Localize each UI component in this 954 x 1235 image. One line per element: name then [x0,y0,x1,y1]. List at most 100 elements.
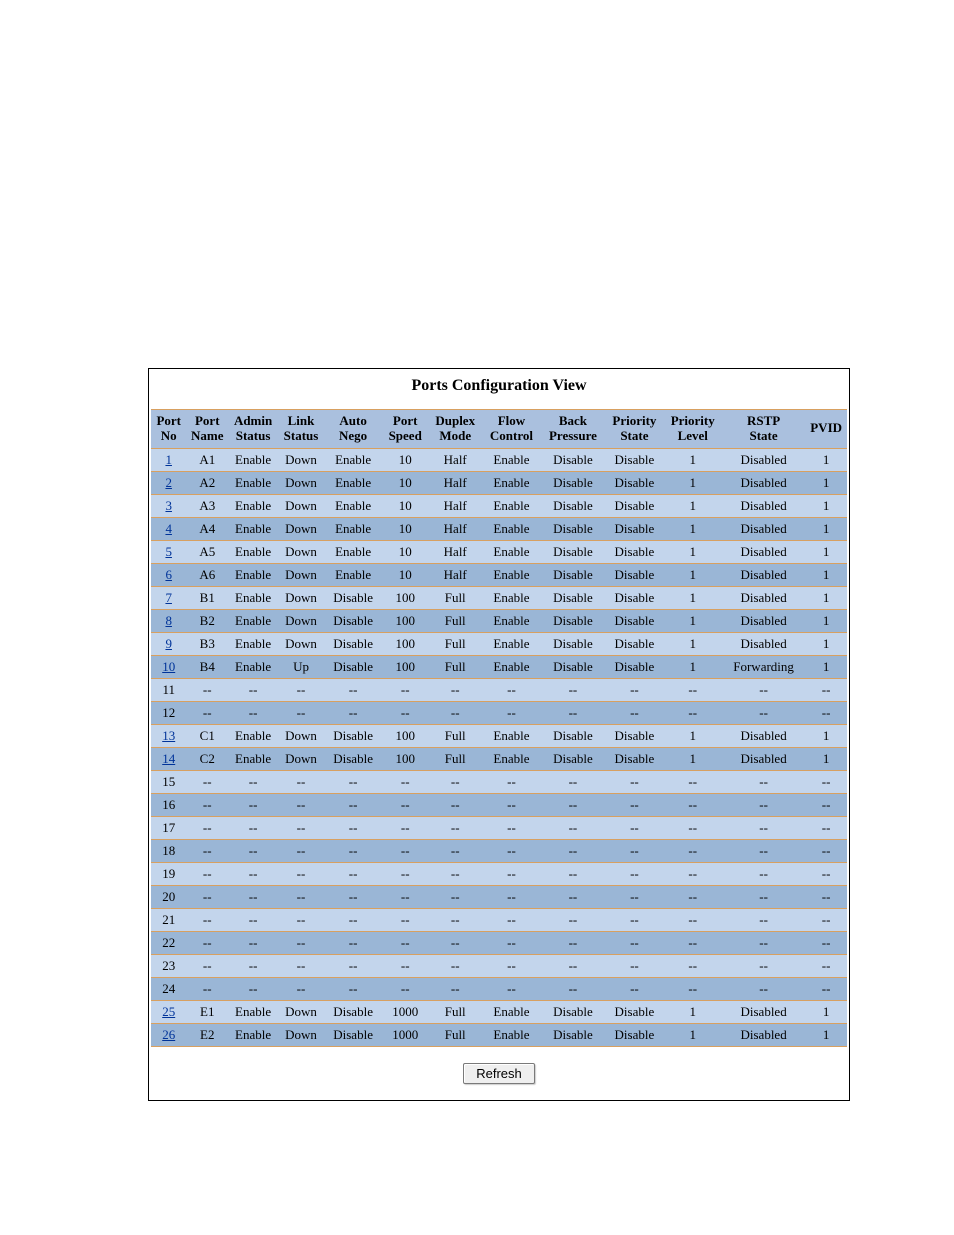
cell-link_status: -- [278,840,324,863]
cell-duplex_mode: Half [428,518,482,541]
cell-duplex_mode: Half [428,564,482,587]
cell-port_name: C2 [186,748,228,771]
cell-port_speed: 100 [382,587,428,610]
port-link[interactable]: 1 [165,452,172,467]
cell-back_pressure: -- [541,702,606,725]
cell-admin_status: Enable [228,472,278,495]
cell-flow_control: Enable [482,725,540,748]
cell-priority_state: Disable [605,495,663,518]
cell-auto_nego: -- [324,932,382,955]
cell-back_pressure: -- [541,863,606,886]
cell-duplex_mode: Full [428,610,482,633]
th-port_speed-line2: Speed [384,429,426,444]
cell-priority_level: -- [664,978,722,1001]
port-link[interactable]: 13 [162,728,175,743]
table-row: 20------------------------ [151,886,847,909]
th-port_name-line1: Port [188,414,226,429]
refresh-button[interactable]: Refresh [463,1063,535,1084]
cell-auto_nego: Enable [324,495,382,518]
cell-pvid: 1 [805,1024,847,1047]
table-row: 15------------------------ [151,771,847,794]
cell-port_no: 16 [151,794,186,817]
cell-duplex_mode: Half [428,495,482,518]
cell-auto_nego: -- [324,817,382,840]
cell-port_no: 17 [151,817,186,840]
cell-link_status: Down [278,1024,324,1047]
cell-duplex_mode: -- [428,932,482,955]
cell-port_name: -- [186,771,228,794]
cell-auto_nego: Disable [324,587,382,610]
cell-rstp_state: Forwarding [722,656,805,679]
port-link[interactable]: 7 [165,590,172,605]
cell-priority_state: Disable [605,518,663,541]
port-link[interactable]: 5 [165,544,172,559]
table-row: 19------------------------ [151,863,847,886]
cell-flow_control: Enable [482,541,540,564]
cell-admin_status: Enable [228,633,278,656]
cell-flow_control: -- [482,863,540,886]
cell-flow_control: -- [482,702,540,725]
cell-rstp_state: -- [722,978,805,1001]
cell-port_no: 14 [151,748,186,771]
cell-port_speed: -- [382,955,428,978]
cell-back_pressure: Disable [541,656,606,679]
cell-admin_status: -- [228,817,278,840]
cell-rstp_state: Disabled [722,633,805,656]
cell-port_no: 8 [151,610,186,633]
cell-priority_state: -- [605,794,663,817]
th-duplex_mode-line1: Duplex [430,414,480,429]
th-priority_state-line2: State [607,429,661,444]
cell-back_pressure: -- [541,817,606,840]
th-priority_state-line1: Priority [607,414,661,429]
th-auto_nego: AutoNego [324,409,382,449]
port-link[interactable]: 10 [162,659,175,674]
cell-priority_state: Disable [605,748,663,771]
cell-admin_status: Enable [228,610,278,633]
cell-auto_nego: -- [324,978,382,1001]
th-back_pressure-line2: Pressure [543,429,604,444]
cell-duplex_mode: -- [428,771,482,794]
cell-link_status: -- [278,794,324,817]
cell-back_pressure: Disable [541,518,606,541]
cell-admin_status: Enable [228,1024,278,1047]
cell-priority_level: -- [664,817,722,840]
cell-link_status: Down [278,449,324,472]
cell-priority_level: 1 [664,518,722,541]
cell-rstp_state: -- [722,932,805,955]
cell-port_name: A6 [186,564,228,587]
th-auto_nego-line1: Auto [326,414,380,429]
port-link[interactable]: 8 [165,613,172,628]
port-link[interactable]: 6 [165,567,172,582]
cell-pvid: 1 [805,1001,847,1024]
cell-port_name: A5 [186,541,228,564]
cell-admin_status: -- [228,679,278,702]
cell-rstp_state: -- [722,679,805,702]
th-port_speed: PortSpeed [382,409,428,449]
cell-port_name: -- [186,794,228,817]
cell-port_speed: 1000 [382,1001,428,1024]
cell-rstp_state: -- [722,840,805,863]
cell-priority_state: -- [605,978,663,1001]
cell-priority_state: -- [605,771,663,794]
cell-auto_nego: Disable [324,748,382,771]
cell-rstp_state: Disabled [722,495,805,518]
port-link[interactable]: 14 [162,751,175,766]
port-link[interactable]: 2 [165,475,172,490]
th-port_speed-line1: Port [384,414,426,429]
cell-port_name: -- [186,702,228,725]
port-link[interactable]: 4 [165,521,172,536]
th-duplex_mode-line2: Mode [430,429,480,444]
port-link[interactable]: 3 [165,498,172,513]
cell-admin_status: Enable [228,449,278,472]
cell-rstp_state: -- [722,817,805,840]
cell-priority_level: -- [664,679,722,702]
cell-back_pressure: Disable [541,564,606,587]
cell-back_pressure: -- [541,932,606,955]
cell-port_speed: 1000 [382,1024,428,1047]
port-link[interactable]: 9 [165,636,172,651]
cell-port_speed: -- [382,932,428,955]
cell-priority_level: 1 [664,449,722,472]
cell-priority_level: 1 [664,495,722,518]
port-link[interactable]: 26 [162,1027,175,1042]
port-link[interactable]: 25 [162,1004,175,1019]
